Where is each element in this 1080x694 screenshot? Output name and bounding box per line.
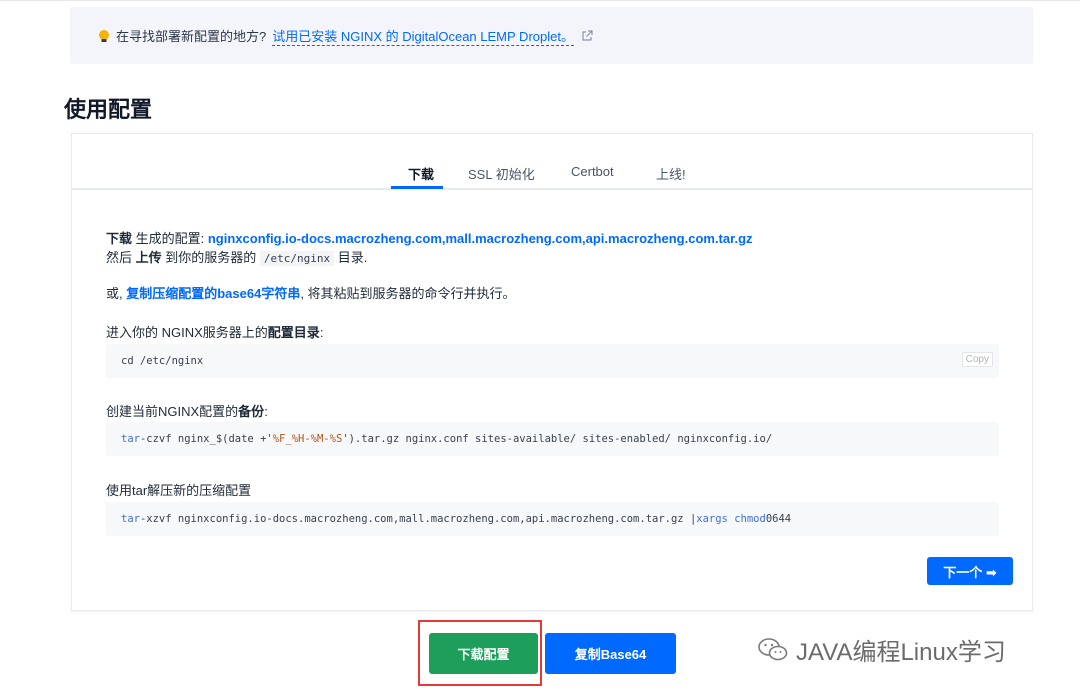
config-card: 下载 SSL 初始化 Certbot 上线! 下载 生成的配置: nginxco… bbox=[71, 133, 1033, 611]
backup-cmd-a: -czvf nginx_$(date +' bbox=[139, 433, 273, 445]
step2-bold: 备份 bbox=[238, 404, 265, 419]
backup-cmd-b: ').tar.gz nginx.conf sites-available/ si… bbox=[342, 433, 773, 445]
upload-text-c: 目录. bbox=[334, 250, 368, 265]
upload-text-b: 到你的服务器的 bbox=[161, 250, 260, 265]
extract-cmd-kw: tar bbox=[121, 513, 140, 525]
step2-colon: : bbox=[264, 404, 268, 419]
next-button[interactable]: 下一个 ➡ bbox=[927, 557, 1013, 585]
cd-command: cd /etc/nginx bbox=[121, 355, 204, 367]
lemp-droplet-notice: 在寻找部署新配置的地方? 试用已安装 NGINX 的 DigitalOcean … bbox=[70, 7, 1033, 64]
step2-label: 创建当前NGINX配置的备份: bbox=[106, 401, 268, 420]
step1-label: 进入你的 NGINX服务器上的配置目录: bbox=[106, 322, 323, 341]
nginx-dir-code: /etc/nginx bbox=[259, 251, 335, 266]
download-line: 下载 生成的配置: nginxconfig.io-docs.macrozheng… bbox=[106, 228, 753, 247]
cd-command-block: cd /etc/nginx Copy bbox=[106, 344, 999, 378]
copy-base64-button[interactable]: 复制Base64 bbox=[545, 633, 676, 674]
tab-go-live[interactable]: 上线! bbox=[656, 164, 686, 183]
base64-alt-line: 或, 复制压缩配置的base64字符串, 将其粘贴到服务器的命令行并执行。 bbox=[106, 283, 516, 302]
extract-cmd-b: 0644 bbox=[765, 513, 792, 525]
step1-text: 进入你的 NGINX服务器上的 bbox=[106, 325, 268, 340]
backup-cmd-str: %F_%H-%M-%S bbox=[272, 433, 343, 445]
top-divider bbox=[0, 0, 1080, 4]
active-tab-indicator bbox=[391, 186, 443, 189]
notice-question: 在寻找部署新配置的地方? bbox=[116, 29, 267, 44]
extract-cmd-a: -xzvf nginxconfig.io-docs.macrozheng.com… bbox=[139, 513, 697, 525]
tab-bar: 下载 SSL 初始化 Certbot 上线! bbox=[72, 134, 1032, 190]
alt-suffix: , 将其粘贴到服务器的命令行并执行。 bbox=[300, 286, 516, 301]
section-title: 使用配置 bbox=[64, 97, 153, 122]
lightbulb-icon bbox=[99, 29, 109, 42]
download-archive-link[interactable]: nginxconfig.io-docs.macrozheng.com,mall.… bbox=[208, 231, 753, 246]
watermark: JAVA编程Linux学习 bbox=[758, 632, 1006, 667]
download-config-button[interactable]: 下载配置 bbox=[429, 633, 538, 674]
step2-text: 创建当前NGINX配置的 bbox=[106, 404, 239, 419]
external-link-icon[interactable] bbox=[581, 29, 593, 42]
tab-ssl-init[interactable]: SSL 初始化 bbox=[468, 164, 535, 183]
upload-text-a: 然后 bbox=[106, 250, 136, 265]
tab-download[interactable]: 下载 bbox=[408, 164, 434, 183]
tab-certbot[interactable]: Certbot bbox=[571, 164, 614, 179]
watermark-text: JAVA编程Linux学习 bbox=[796, 639, 1006, 666]
step3-label: 使用tar解压新的压缩配置 bbox=[106, 483, 252, 498]
upload-line: 然后 上传 到你的服务器的 /etc/nginx 目录. bbox=[106, 247, 367, 266]
wechat-icon bbox=[758, 637, 788, 660]
backup-command-block: tar -czvf nginx_$(date +' %F_%H-%M-%S ').t… bbox=[106, 422, 999, 456]
step1-bold: 配置目录 bbox=[267, 325, 320, 340]
extract-cmd-kw2: xargs chmod bbox=[696, 513, 766, 525]
step1-colon: : bbox=[319, 325, 324, 340]
lemp-droplet-link[interactable]: 试用已安装 NGINX 的 DigitalOcean LEMP Droplet。 bbox=[272, 26, 574, 46]
alt-prefix: 或, bbox=[106, 286, 127, 301]
download-verb: 下载 bbox=[106, 231, 133, 246]
extract-command-block: tar -xzvf nginxconfig.io-docs.macrozheng… bbox=[106, 502, 999, 536]
backup-cmd-kw: tar bbox=[121, 433, 140, 445]
copy-base64-link[interactable]: 复制压缩配置的base64字符串 bbox=[126, 286, 300, 301]
upload-verb: 上传 bbox=[135, 250, 162, 265]
copy-button[interactable]: Copy bbox=[961, 352, 993, 367]
download-prefix: 生成的配置: bbox=[132, 231, 208, 246]
